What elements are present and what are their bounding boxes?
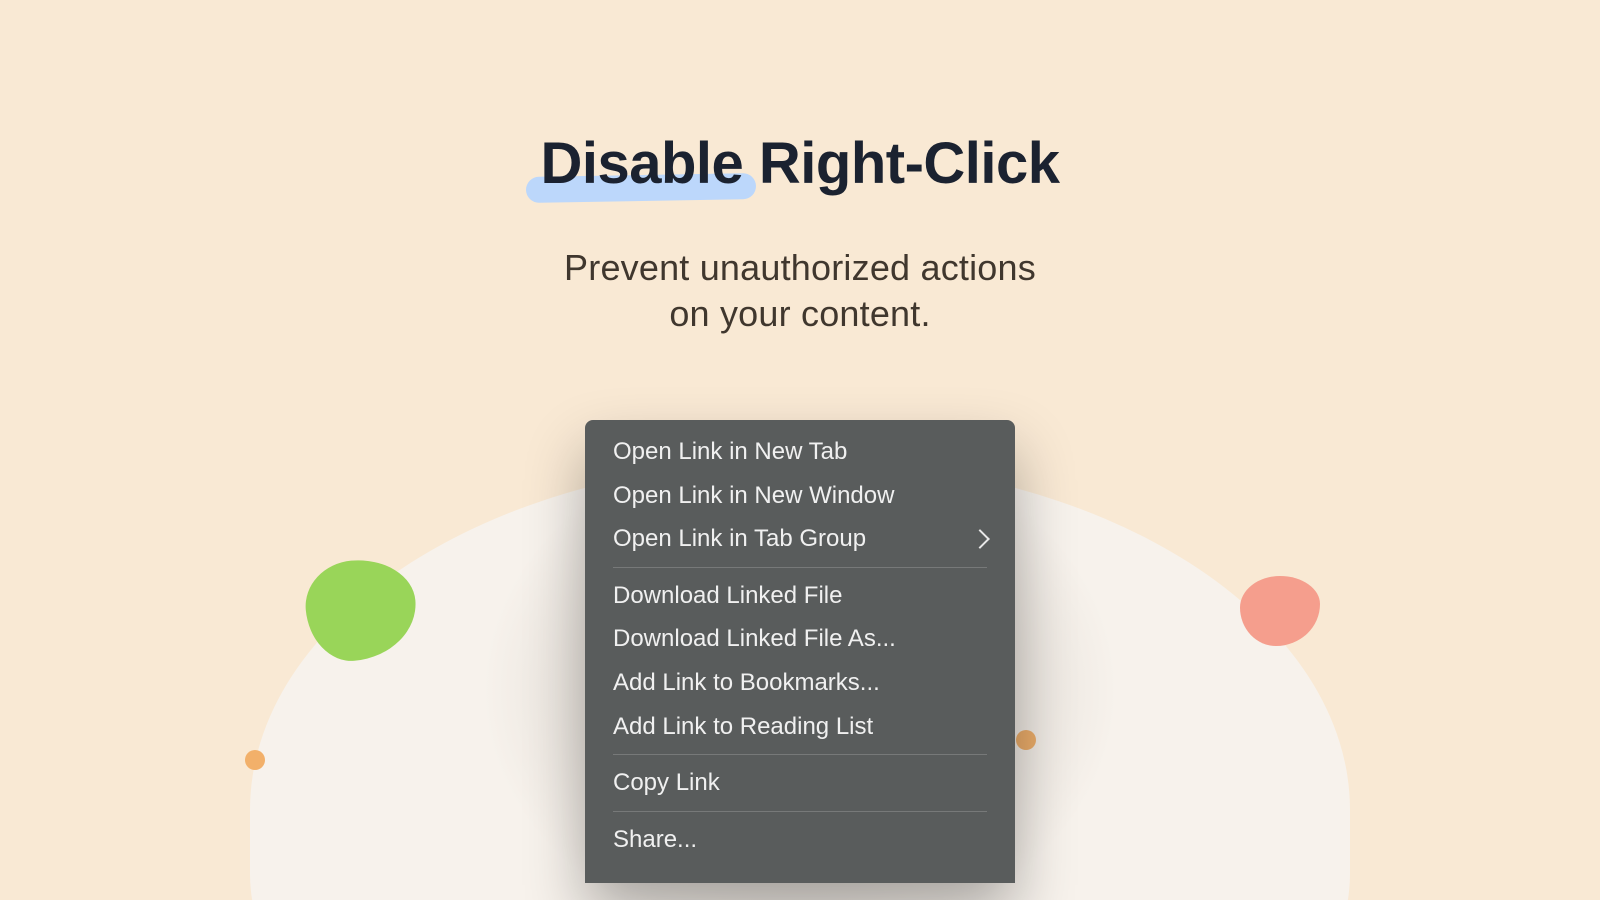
background-dot-orange-right [1016,730,1036,750]
menu-item-label: Download Linked File As... [613,625,896,653]
menu-item-label: Add Link to Reading List [613,713,873,741]
menu-separator [613,811,987,812]
menu-item-label: Download Linked File [613,582,842,610]
menu-item-add-link-to-reading-list[interactable]: Add Link to Reading List [585,705,1015,749]
background-blob-coral [1240,576,1320,646]
menu-item-share[interactable]: Share... [585,818,1015,862]
menu-item-download-linked-file[interactable]: Download Linked File [585,574,1015,618]
menu-separator [613,754,987,755]
context-menu: Open Link in New Tab Open Link in New Wi… [585,420,1015,883]
page-subtitle: Prevent unauthorized actions on your con… [0,245,1600,337]
menu-item-open-link-new-window[interactable]: Open Link in New Window [585,474,1015,518]
menu-item-label: Open Link in Tab Group [613,525,866,553]
menu-item-open-link-new-tab[interactable]: Open Link in New Tab [585,430,1015,474]
menu-item-add-link-to-bookmarks[interactable]: Add Link to Bookmarks... [585,661,1015,705]
menu-item-label: Open Link in New Window [613,482,894,510]
chevron-right-icon [970,529,990,549]
background-dot-orange-left [245,750,265,770]
menu-item-copy-link[interactable]: Copy Link [585,761,1015,805]
menu-item-open-link-tab-group[interactable]: Open Link in Tab Group [585,517,1015,561]
menu-item-label: Share... [613,826,697,854]
hero-canvas: Disable Right-Click Prevent unauthorized… [0,0,1600,900]
menu-separator [613,567,987,568]
menu-item-label: Copy Link [613,769,720,797]
subtitle-line-1: Prevent unauthorized actions [564,247,1036,288]
menu-item-download-linked-file-as[interactable]: Download Linked File As... [585,617,1015,661]
page-headline: Disable Right-Click [540,130,1059,197]
menu-item-label: Add Link to Bookmarks... [613,669,880,697]
menu-item-label: Open Link in New Tab [613,438,847,466]
subtitle-line-2: on your content. [669,293,930,334]
